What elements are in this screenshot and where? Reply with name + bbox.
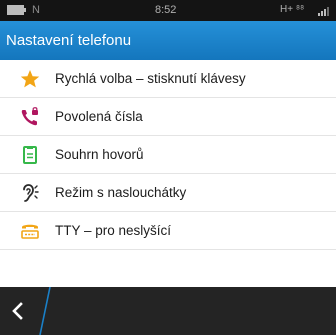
action-bar — [0, 287, 336, 335]
list-item-label: Režim s naslouchátky — [55, 185, 187, 200]
call-log-icon — [23, 146, 37, 164]
chevron-left-icon — [12, 302, 23, 320]
battery-icon — [7, 5, 26, 15]
list-item-fixed-dialing[interactable]: Povolená čísla — [0, 98, 336, 136]
list-item-hearing-aid[interactable]: Režim s naslouchátky — [0, 174, 336, 212]
nfc-indicator: N — [32, 4, 40, 16]
star-icon — [20, 70, 40, 88]
list-item-tty[interactable]: TTY – pro neslyšící — [0, 212, 336, 250]
title-bar: Nastavení telefonu — [0, 21, 336, 60]
settings-list: Rychlá volba – stisknutí klávesy Povolen… — [0, 60, 336, 250]
signal-icon — [318, 7, 329, 16]
network-type: H+ ⁸⁸ — [280, 4, 305, 15]
list-item-label: Souhrn hovorů — [55, 147, 144, 162]
divider — [39, 287, 51, 335]
page-title: Nastavení telefonu — [6, 32, 132, 49]
hearing-aid-icon — [23, 184, 39, 202]
tty-icon — [21, 224, 39, 239]
list-item-label: Povolená čísla — [55, 109, 143, 124]
list-item-label: TTY – pro neslyšící — [55, 223, 172, 238]
clock: 8:52 — [155, 4, 177, 16]
list-item-speed-dial[interactable]: Rychlá volba – stisknutí klávesy — [0, 60, 336, 98]
status-bar: N 8:52 H+ ⁸⁸ — [0, 0, 336, 21]
list-item-call-summary[interactable]: Souhrn hovorů — [0, 136, 336, 174]
list-item-label: Rychlá volba – stisknutí klávesy — [55, 71, 246, 86]
phone-lock-icon — [21, 107, 38, 126]
